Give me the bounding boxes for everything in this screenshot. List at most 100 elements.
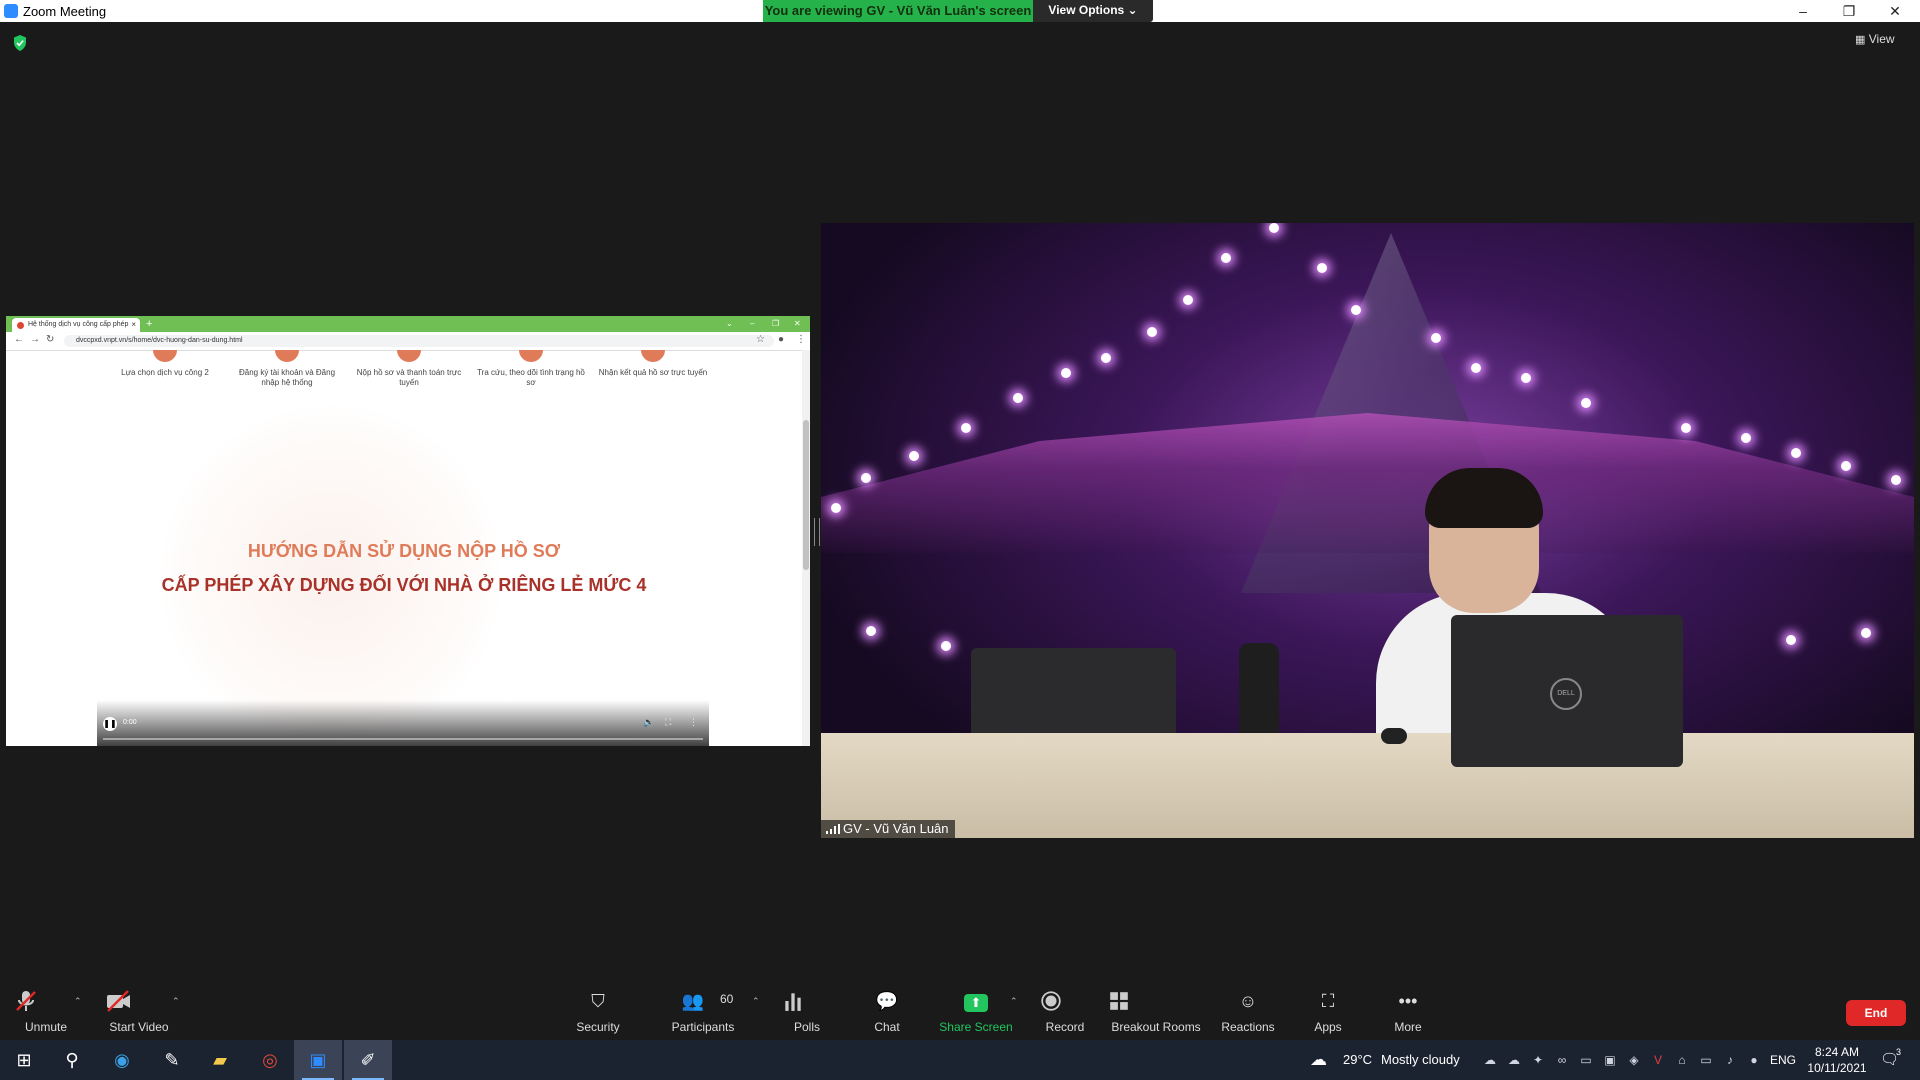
reactions-label: Reactions	[1221, 1020, 1275, 1034]
stage-light	[831, 503, 841, 513]
share-options-caret-icon[interactable]: ⌃	[1010, 996, 1018, 1007]
share-screen-button[interactable]: ⬆ Share Screen	[936, 978, 1016, 1040]
view-label: View	[1868, 32, 1895, 46]
file-explorer-icon[interactable]: ▰	[196, 1040, 244, 1080]
window-title: Zoom Meeting	[23, 4, 107, 19]
participant-name-tag: GV - Vũ Văn Luân	[821, 820, 955, 838]
edge-browser-icon[interactable]: ◉	[98, 1040, 146, 1080]
onedrive-cloud-icon[interactable]: ☁	[1482, 1052, 1498, 1068]
chat-bubble-icon: 💬	[875, 991, 899, 1011]
network-icon[interactable]: ▭	[1698, 1052, 1714, 1068]
microphone-icon[interactable]: ●	[1746, 1052, 1762, 1068]
security-button[interactable]: ⛉ Security	[568, 978, 628, 1040]
weather-temperature[interactable]: 29°C	[1343, 1040, 1372, 1080]
close-button[interactable]: ✕	[1872, 0, 1918, 22]
stage-light	[1183, 295, 1193, 305]
video-off-camera-icon	[107, 990, 130, 1012]
stage-light	[1681, 423, 1691, 433]
guide-video[interactable]: HƯỚNG DẪN SỬ DỤNG NỘP HỒ SƠ CẤP PHÉP XÂY…	[6, 394, 802, 746]
breakout-rooms-label: Breakout Rooms	[1111, 1020, 1201, 1034]
profile-avatar-icon[interactable]: ●	[778, 334, 784, 345]
onedrive-personal-icon[interactable]: ☁	[1506, 1052, 1522, 1068]
browser-tab-title: Hệ thống dịch vụ công cấp phép	[28, 321, 129, 328]
tab-close-icon[interactable]: ×	[131, 318, 136, 332]
unmute-label: Unmute	[24, 1020, 68, 1034]
stage-light	[961, 423, 971, 433]
vivaldi-icon[interactable]: V	[1650, 1052, 1666, 1068]
restore-button[interactable]: ❐	[1826, 0, 1872, 22]
breakout-rooms-button[interactable]: Breakout Rooms	[1108, 978, 1204, 1040]
paint-app-icon[interactable]: ✎	[148, 1040, 196, 1080]
browser-minimize-icon[interactable]: –	[750, 316, 754, 332]
video-menu-icon[interactable]: ⋮	[689, 717, 698, 728]
meet-icon[interactable]: ▭	[1578, 1052, 1594, 1068]
chat-button[interactable]: 💬 Chat	[862, 978, 912, 1040]
volume-icon[interactable]: 🔈	[643, 717, 654, 728]
back-arrow-icon[interactable]: ←	[14, 334, 24, 345]
tab-search-icon[interactable]: ⌄	[726, 316, 733, 332]
more-button[interactable]: ••• More	[1383, 978, 1433, 1040]
record-button[interactable]: Record	[1040, 978, 1090, 1040]
paint-3d-taskbar-icon[interactable]: ✐	[344, 1040, 392, 1080]
polls-button[interactable]: Polls	[782, 978, 832, 1040]
usb-icon[interactable]: ⌂	[1674, 1052, 1690, 1068]
stage-light	[1013, 393, 1023, 403]
zoom-tray-icon[interactable]: ▣	[1602, 1052, 1618, 1068]
speaker-icon[interactable]: ♪	[1722, 1052, 1738, 1068]
participants-button[interactable]: 👥 60 Participants	[668, 978, 738, 1040]
participant-video[interactable]: DELL GV - Vũ Văn Luân	[821, 223, 1914, 838]
participant-name: GV - Vũ Văn Luân	[843, 821, 949, 836]
weather-description[interactable]: Mostly cloudy	[1381, 1040, 1460, 1080]
forward-arrow-icon[interactable]: →	[30, 334, 40, 345]
search-icon[interactable]: ⚲	[48, 1040, 96, 1080]
view-options-button[interactable]: View Options ⌄	[1033, 0, 1153, 22]
video-options-caret-icon[interactable]: ⌃	[172, 996, 180, 1007]
dell-logo: DELL	[1550, 678, 1582, 710]
unmute-button[interactable]: Unmute	[14, 978, 78, 1040]
start-video-button[interactable]: Start Video	[104, 978, 174, 1040]
stage-light	[1147, 327, 1157, 337]
polls-label: Polls	[793, 1020, 820, 1034]
new-tab-button[interactable]: +	[146, 316, 152, 332]
split-view-divider[interactable]	[814, 518, 820, 546]
desk	[821, 733, 1914, 838]
browser-close-icon[interactable]: ✕	[794, 316, 801, 332]
page-scrollbar[interactable]	[802, 350, 810, 746]
scrollbar-thumb[interactable]	[803, 420, 809, 570]
fullscreen-icon[interactable]: ⛶	[665, 717, 671, 728]
bookmark-star-icon[interactable]: ☆	[756, 334, 765, 345]
minimize-button[interactable]: –	[1780, 0, 1826, 22]
guide-step: Nhận kết quả hồ sơ trực tuyến	[598, 350, 708, 378]
video-title-line1: HƯỚNG DẪN SỬ DỤNG NỘP HỒ SƠ	[247, 541, 561, 561]
reactions-button[interactable]: ☺ Reactions	[1218, 978, 1278, 1040]
reactions-smiley-icon: ☺	[1238, 991, 1258, 1011]
stage-light	[909, 451, 919, 461]
nvidia-icon[interactable]: ◈	[1626, 1052, 1642, 1068]
view-layout-button[interactable]: ▦ View	[1855, 32, 1915, 52]
clock-date: 10/11/2021	[1807, 1061, 1867, 1075]
teams-icon[interactable]: ✦	[1530, 1052, 1546, 1068]
audio-options-caret-icon[interactable]: ⌃	[74, 996, 82, 1007]
meeting-toolbar: Unmute ⌃ Start Video ⌃ ⛉ Security 👥 60 P…	[0, 978, 1920, 1040]
input-language[interactable]: ENG	[1770, 1040, 1796, 1080]
browser-menu-icon[interactable]: ⋮	[796, 334, 806, 345]
browser-tab[interactable]: Hệ thống dịch vụ công cấp phép ×	[12, 318, 140, 332]
zoom-taskbar-icon[interactable]: ▣	[294, 1040, 342, 1080]
windows-taskbar: ⊞ ⚲ ◉ ✎ ▰ ◎ ▣ ✐ ☁ 29°C Mostly cloudy ☁ ☁…	[0, 1040, 1920, 1080]
pause-icon[interactable]: ❚❚	[103, 717, 117, 731]
participants-options-caret-icon[interactable]: ⌃	[752, 996, 760, 1007]
end-meeting-button[interactable]: End	[1846, 1000, 1906, 1026]
shared-screen[interactable]: Hệ thống dịch vụ công cấp phép × + ⌄ – ❐…	[6, 316, 810, 746]
stage-light	[1841, 461, 1851, 471]
chrome-browser-icon[interactable]: ◎	[246, 1040, 294, 1080]
system-clock[interactable]: 8:24 AM 10/11/2021	[1800, 1044, 1874, 1076]
link-icon[interactable]: ∞	[1554, 1052, 1570, 1068]
video-progress-bar[interactable]	[103, 738, 703, 740]
site-favicon-icon	[17, 322, 24, 329]
reload-icon[interactable]: ↻	[46, 334, 54, 345]
apps-button[interactable]: ⛶ Apps	[1303, 978, 1353, 1040]
windows-start-icon[interactable]: ⊞	[0, 1040, 48, 1080]
browser-restore-icon[interactable]: ❐	[772, 316, 779, 332]
address-bar[interactable]: dvccpxd.vnpt.vn/s/home/dvc-huong-dan-su-…	[64, 335, 774, 347]
encryption-shield-icon[interactable]	[12, 34, 28, 52]
